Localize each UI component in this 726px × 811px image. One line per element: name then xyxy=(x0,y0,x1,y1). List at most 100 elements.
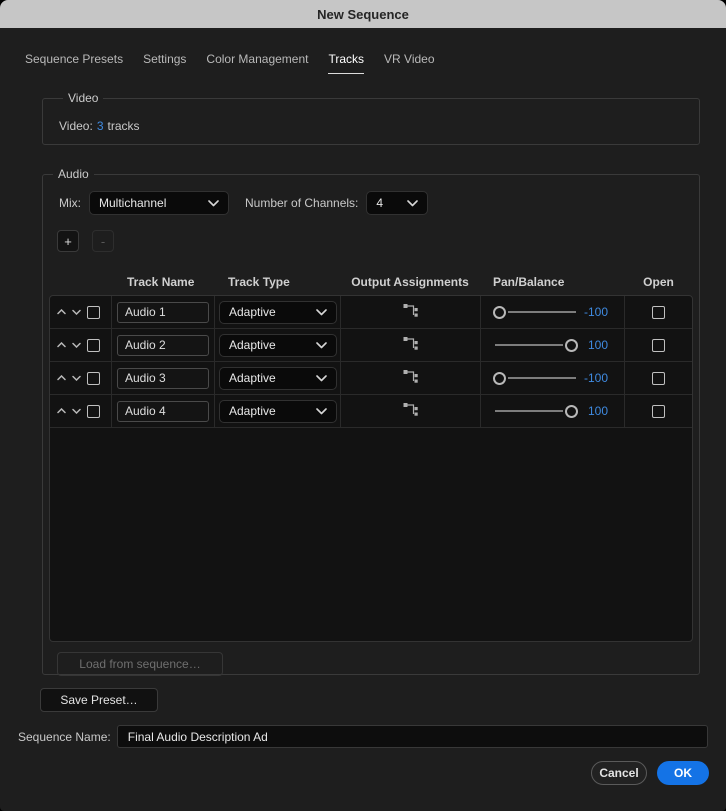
video-section-legend: Video xyxy=(63,91,103,105)
chevron-down-icon xyxy=(407,200,418,207)
remove-track-button[interactable]: - xyxy=(92,230,114,252)
dialog-title: New Sequence xyxy=(317,7,409,22)
move-track-up-icon[interactable] xyxy=(57,375,66,381)
pan-track-line xyxy=(508,311,576,313)
move-track-up-icon[interactable] xyxy=(57,408,66,414)
track-row: Adaptive -100 xyxy=(50,362,692,395)
track-type-dropdown[interactable]: Adaptive xyxy=(219,367,337,390)
pan-track-line xyxy=(508,377,576,379)
track-name-input[interactable] xyxy=(117,368,209,389)
track-open-checkbox[interactable] xyxy=(652,306,665,319)
channels-dropdown[interactable]: 4 xyxy=(366,191,428,215)
track-name-cell xyxy=(112,296,215,328)
move-track-down-icon[interactable] xyxy=(72,309,81,315)
video-tracks-count[interactable]: 3 xyxy=(97,119,104,133)
pan-knob[interactable] xyxy=(493,306,506,319)
track-type-value: Adaptive xyxy=(229,404,276,418)
pan-balance-slider[interactable]: 100 xyxy=(481,395,625,427)
track-open-cell xyxy=(625,296,692,328)
dialog-footer-buttons: Cancel OK xyxy=(0,761,709,785)
pan-knob[interactable] xyxy=(565,339,578,352)
tab-color-management[interactable]: Color Management xyxy=(206,52,308,74)
audio-mix-row: Mix: Multichannel Number of Channels: 4 xyxy=(59,191,693,215)
save-preset-button[interactable]: Save Preset… xyxy=(40,688,158,712)
track-open-cell xyxy=(625,395,692,427)
pan-knob[interactable] xyxy=(565,405,578,418)
pan-balance-slider[interactable]: -100 xyxy=(481,296,625,328)
pan-value[interactable]: 100 xyxy=(578,338,608,352)
tab-settings[interactable]: Settings xyxy=(143,52,186,74)
move-track-down-icon[interactable] xyxy=(72,342,81,348)
audio-section: Audio Mix: Multichannel Number of Channe… xyxy=(42,167,700,675)
tab-sequence-presets[interactable]: Sequence Presets xyxy=(25,52,123,74)
track-name-cell xyxy=(112,395,215,427)
track-type-dropdown[interactable]: Adaptive xyxy=(219,301,337,324)
output-assignment-icon[interactable] xyxy=(403,401,418,422)
track-type-value: Adaptive xyxy=(229,371,276,385)
track-type-dropdown[interactable]: Adaptive xyxy=(219,334,337,357)
track-name-cell xyxy=(112,362,215,394)
cancel-button[interactable]: Cancel xyxy=(591,761,647,785)
move-track-up-icon[interactable] xyxy=(57,309,66,315)
output-assignment-icon[interactable] xyxy=(403,335,418,356)
pan-balance-slider[interactable]: 100 xyxy=(481,329,625,361)
track-row: Adaptive 100 xyxy=(50,395,692,428)
pan-value[interactable]: 100 xyxy=(578,404,608,418)
track-type-dropdown[interactable]: Adaptive xyxy=(219,400,337,423)
track-select-checkbox[interactable] xyxy=(87,306,100,319)
sequence-name-input[interactable] xyxy=(117,725,708,748)
track-name-input[interactable] xyxy=(117,335,209,356)
chevron-down-icon xyxy=(316,375,327,382)
tab-vr-video[interactable]: VR Video xyxy=(384,52,434,74)
track-name-input[interactable] xyxy=(117,401,209,422)
audio-section-legend: Audio xyxy=(53,167,94,181)
track-open-checkbox[interactable] xyxy=(652,339,665,352)
video-tracks-row: Video: 3 tracks xyxy=(59,119,683,133)
pan-track-line xyxy=(495,410,563,412)
channels-label: Number of Channels: xyxy=(245,196,358,210)
mix-dropdown[interactable]: Multichannel xyxy=(89,191,229,215)
ok-button[interactable]: OK xyxy=(657,761,709,785)
header-pan-balance: Pan/Balance xyxy=(480,275,624,289)
track-select-checkbox[interactable] xyxy=(87,339,100,352)
output-assignments-cell xyxy=(341,362,481,394)
track-table-header: Track Name Track Type Output Assignments… xyxy=(49,269,693,295)
output-assignment-icon[interactable] xyxy=(403,302,418,323)
track-select-checkbox[interactable] xyxy=(87,405,100,418)
video-tracks-suffix: tracks xyxy=(108,119,140,133)
pan-track-line xyxy=(495,344,563,346)
tab-bar: Sequence Presets Settings Color Manageme… xyxy=(25,52,726,74)
pan-balance-slider[interactable]: -100 xyxy=(481,362,625,394)
track-type-value: Adaptive xyxy=(229,305,276,319)
pan-value[interactable]: -100 xyxy=(578,371,608,385)
track-row: Adaptive 100 xyxy=(50,329,692,362)
output-assignments-cell xyxy=(341,395,481,427)
track-controls-cell xyxy=(50,362,112,394)
track-open-checkbox[interactable] xyxy=(652,372,665,385)
tab-tracks[interactable]: Tracks xyxy=(328,52,364,74)
sequence-name-label: Sequence Name: xyxy=(18,730,111,744)
move-track-down-icon[interactable] xyxy=(72,408,81,414)
track-type-cell: Adaptive xyxy=(215,329,341,361)
chevron-down-icon xyxy=(316,342,327,349)
output-assignment-icon[interactable] xyxy=(403,368,418,389)
dialog-titlebar: New Sequence xyxy=(0,0,726,28)
output-assignments-cell xyxy=(341,296,481,328)
header-track-type: Track Type xyxy=(214,275,340,289)
pan-value[interactable]: -100 xyxy=(578,305,608,319)
move-track-up-icon[interactable] xyxy=(57,342,66,348)
track-name-input[interactable] xyxy=(117,302,209,323)
move-track-down-icon[interactable] xyxy=(72,375,81,381)
pan-knob[interactable] xyxy=(493,372,506,385)
add-track-button[interactable]: + xyxy=(57,230,79,252)
load-from-sequence-button[interactable]: Load from sequence… xyxy=(57,652,223,676)
track-open-cell xyxy=(625,362,692,394)
track-type-cell: Adaptive xyxy=(215,296,341,328)
mix-label: Mix: xyxy=(59,196,81,210)
track-controls-cell xyxy=(50,296,112,328)
output-assignments-cell xyxy=(341,329,481,361)
video-section: Video Video: 3 tracks xyxy=(42,91,700,145)
track-open-checkbox[interactable] xyxy=(652,405,665,418)
track-select-checkbox[interactable] xyxy=(87,372,100,385)
track-controls-cell xyxy=(50,329,112,361)
